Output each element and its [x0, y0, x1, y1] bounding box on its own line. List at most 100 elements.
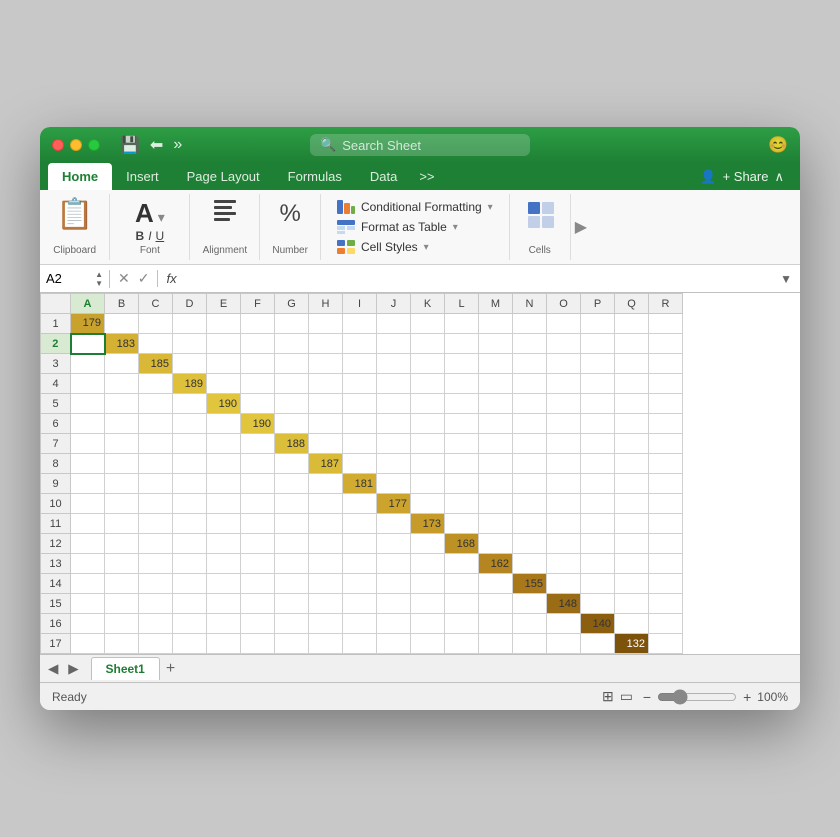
cell-6-J[interactable]	[377, 414, 411, 434]
formula-input[interactable]	[185, 271, 773, 286]
cell-15-F[interactable]	[241, 594, 275, 614]
row-num-6[interactable]: 6	[41, 414, 71, 434]
cell-12-L[interactable]: 168	[445, 534, 479, 554]
cancel-formula-icon[interactable]: ✕	[118, 270, 130, 287]
cell-3-B[interactable]	[105, 354, 139, 374]
col-header-H[interactable]: H	[309, 294, 343, 314]
cell-7-E[interactable]	[207, 434, 241, 454]
cell-9-F[interactable]	[241, 474, 275, 494]
cell-8-N[interactable]	[513, 454, 547, 474]
cf-dropdown[interactable]: ▾	[488, 202, 493, 213]
cell-6-H[interactable]	[309, 414, 343, 434]
cell-2-J[interactable]	[377, 334, 411, 354]
cell-1-I[interactable]	[343, 314, 377, 334]
cell-14-B[interactable]	[105, 574, 139, 594]
col-header-R[interactable]: R	[649, 294, 683, 314]
cell-13-N[interactable]	[513, 554, 547, 574]
grid-view-icon[interactable]: ⊞	[602, 688, 614, 705]
cell-5-P[interactable]	[581, 394, 615, 414]
cell-6-K[interactable]	[411, 414, 445, 434]
cell-16-A[interactable]	[71, 614, 105, 634]
number-button[interactable]: %	[275, 198, 304, 230]
cell-7-F[interactable]	[241, 434, 275, 454]
row-num-16[interactable]: 16	[41, 614, 71, 634]
tab-formulas[interactable]: Formulas	[274, 163, 356, 190]
cell-17-L[interactable]	[445, 634, 479, 654]
cell-9-A[interactable]	[71, 474, 105, 494]
row-num-12[interactable]: 12	[41, 534, 71, 554]
cell-11-D[interactable]	[173, 514, 207, 534]
row-num-5[interactable]: 5	[41, 394, 71, 414]
cell-6-O[interactable]	[547, 414, 581, 434]
cell-2-P[interactable]	[581, 334, 615, 354]
cell-13-F[interactable]	[241, 554, 275, 574]
cell-9-H[interactable]	[309, 474, 343, 494]
cell-16-R[interactable]	[649, 614, 683, 634]
row-num-2[interactable]: 2	[41, 334, 71, 354]
cell-11-I[interactable]	[343, 514, 377, 534]
cell-15-J[interactable]	[377, 594, 411, 614]
cell-8-R[interactable]	[649, 454, 683, 474]
cell-11-E[interactable]	[207, 514, 241, 534]
cell-4-N[interactable]	[513, 374, 547, 394]
cell-14-K[interactable]	[411, 574, 445, 594]
cell-2-L[interactable]	[445, 334, 479, 354]
cell-1-N[interactable]	[513, 314, 547, 334]
cell-4-D[interactable]: 189	[173, 374, 207, 394]
cell-17-K[interactable]	[411, 634, 445, 654]
cell-10-F[interactable]	[241, 494, 275, 514]
cell-17-E[interactable]	[207, 634, 241, 654]
cell-1-E[interactable]	[207, 314, 241, 334]
italic-button[interactable]: I	[148, 229, 151, 243]
cell-4-K[interactable]	[411, 374, 445, 394]
cell-4-M[interactable]	[479, 374, 513, 394]
cell-7-L[interactable]	[445, 434, 479, 454]
cell-3-I[interactable]	[343, 354, 377, 374]
cell-4-F[interactable]	[241, 374, 275, 394]
sheet-nav-right[interactable]: ▶	[64, 659, 82, 679]
cell-8-I[interactable]	[343, 454, 377, 474]
cell-10-P[interactable]	[581, 494, 615, 514]
cell-16-G[interactable]	[275, 614, 309, 634]
row-num-8[interactable]: 8	[41, 454, 71, 474]
cell-2-O[interactable]	[547, 334, 581, 354]
cell-14-M[interactable]	[479, 574, 513, 594]
cell-13-P[interactable]	[581, 554, 615, 574]
cell-10-G[interactable]	[275, 494, 309, 514]
cell-8-H[interactable]: 187	[309, 454, 343, 474]
cell-2-C[interactable]	[139, 334, 173, 354]
cell-8-F[interactable]	[241, 454, 275, 474]
cell-16-E[interactable]	[207, 614, 241, 634]
cell-13-J[interactable]	[377, 554, 411, 574]
cell-12-P[interactable]	[581, 534, 615, 554]
cell-14-P[interactable]	[581, 574, 615, 594]
cell-15-C[interactable]	[139, 594, 173, 614]
cell-6-Q[interactable]	[615, 414, 649, 434]
tab-page-layout[interactable]: Page Layout	[173, 163, 274, 190]
row-num-17[interactable]: 17	[41, 634, 71, 654]
cell-15-L[interactable]	[445, 594, 479, 614]
row-num-13[interactable]: 13	[41, 554, 71, 574]
bold-button[interactable]: B	[136, 229, 145, 243]
cell-3-H[interactable]	[309, 354, 343, 374]
cell-8-P[interactable]	[581, 454, 615, 474]
cell-4-A[interactable]	[71, 374, 105, 394]
col-header-I[interactable]: I	[343, 294, 377, 314]
cell-1-B[interactable]	[105, 314, 139, 334]
close-button[interactable]	[52, 139, 64, 151]
cell-16-H[interactable]	[309, 614, 343, 634]
col-header-O[interactable]: O	[547, 294, 581, 314]
search-bar[interactable]: 🔍 Search Sheet	[310, 134, 530, 156]
cell-6-I[interactable]	[343, 414, 377, 434]
cell-15-E[interactable]	[207, 594, 241, 614]
page-view-icon[interactable]: ▭	[620, 688, 633, 705]
cell-2-B[interactable]: 183	[105, 334, 139, 354]
cell-1-K[interactable]	[411, 314, 445, 334]
cell-8-M[interactable]	[479, 454, 513, 474]
row-num-3[interactable]: 3	[41, 354, 71, 374]
cell-14-G[interactable]	[275, 574, 309, 594]
col-header-M[interactable]: M	[479, 294, 513, 314]
font-dropdown-arrow[interactable]: ▾	[158, 209, 165, 226]
cell-13-H[interactable]	[309, 554, 343, 574]
cell-7-A[interactable]	[71, 434, 105, 454]
